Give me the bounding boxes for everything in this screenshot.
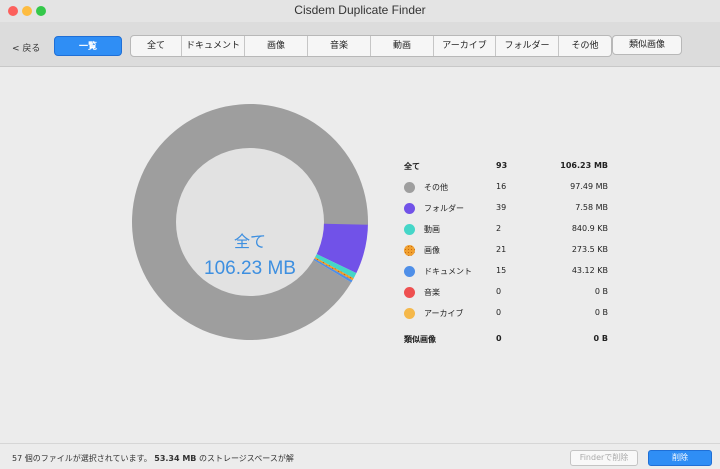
legend-count: 21: [496, 245, 507, 254]
status-text-2: のストレージスペースが解: [196, 454, 294, 463]
legend-name: 類似画像: [404, 335, 436, 344]
legend-name: 動画: [424, 225, 440, 234]
legend-name: 画像: [424, 246, 440, 255]
window-title: Cisdem Duplicate Finder: [294, 3, 426, 17]
legend-size: 0 B: [593, 334, 608, 343]
tab-documents[interactable]: ドキュメント: [182, 36, 245, 56]
status-bar: 57 個のファイルが選択されています。 53.34 MB のストレージスペースが…: [0, 443, 720, 469]
selected-count: 57: [12, 454, 23, 463]
legend-size: 97.49 MB: [570, 182, 608, 191]
chart-center-title: 全て: [233, 234, 266, 251]
legend-row-others[interactable]: その他 16 97.49 MB: [404, 179, 624, 200]
tab-folders[interactable]: フォルダー: [496, 36, 559, 56]
legend-count: 15: [496, 266, 507, 275]
tab-all[interactable]: 全て: [131, 36, 182, 56]
legend-count: 93: [496, 161, 508, 170]
status-text-1: 個のファイルが選択されています。: [22, 454, 152, 463]
legend-row-documents[interactable]: ドキュメント 15 43.12 KB: [404, 263, 624, 284]
legend-row-images[interactable]: 画像 21 273.5 KB: [404, 242, 624, 263]
legend-row-folders[interactable]: フォルダー 39 7.58 MB: [404, 200, 624, 221]
legend-size: 106.23 MB: [560, 161, 608, 170]
title-bar: Cisdem Duplicate Finder: [0, 0, 720, 22]
orange-pattern-circle-icon: [404, 245, 415, 256]
category-legend: 全て 93 106.23 MB その他 16 97.49 MB フォルダー 39…: [404, 158, 624, 352]
legend-total-row: 全て 93 106.23 MB: [404, 158, 624, 179]
similar-images-button[interactable]: 類似画像: [612, 35, 682, 55]
legend-name: ドキュメント: [424, 267, 472, 276]
chart-center-label: 全て 106.23 MB: [195, 228, 305, 280]
legend-size: 273.5 KB: [571, 245, 608, 254]
legend-row-videos[interactable]: 動画 2 840.9 KB: [404, 221, 624, 242]
legend-row-music[interactable]: 音楽 0 0 B: [404, 284, 624, 305]
donut-chart: [132, 103, 369, 340]
legend-count: 0: [496, 308, 502, 317]
category-tabs: 全て ドキュメント 画像 音楽 動画 アーカイブ フォルダー その他: [130, 35, 612, 57]
delete-button[interactable]: 削除: [648, 450, 712, 466]
chart-center-size: 106.23 MB: [204, 258, 296, 279]
back-button[interactable]: < 戻る: [12, 41, 40, 54]
toolbar: < 戻る 一覧 全て ドキュメント 画像 音楽 動画 アーカイブ フォルダー そ…: [0, 22, 720, 67]
purple-circle-icon: [404, 203, 415, 214]
tab-videos[interactable]: 動画: [371, 36, 434, 56]
legend-name: 音楽: [424, 288, 440, 297]
legend-size: 0 B: [594, 287, 608, 296]
legend-size: 43.12 KB: [571, 266, 608, 275]
selection-status: 57 個のファイルが選択されています。 53.34 MB のストレージスペースが…: [12, 453, 294, 464]
legend-size: 0 B: [594, 308, 608, 317]
legend-name: 全て: [404, 162, 420, 171]
tab-others[interactable]: その他: [559, 36, 611, 56]
legend-count: 2: [496, 224, 502, 233]
delete-in-finder-button[interactable]: Finderで削除: [570, 450, 638, 466]
teal-circle-icon: [404, 224, 415, 235]
selected-size: 53.34 MB: [154, 454, 197, 463]
legend-size: 840.9 KB: [571, 224, 608, 233]
legend-similar-row: 類似画像 0 0 B: [404, 331, 624, 352]
tab-images[interactable]: 画像: [245, 36, 308, 56]
legend-name: その他: [424, 183, 448, 192]
legend-count: 0: [496, 287, 502, 296]
legend-count: 0: [496, 334, 502, 343]
red-circle-icon: [404, 287, 415, 298]
legend-name: フォルダー: [424, 204, 464, 213]
legend-count: 39: [496, 203, 507, 212]
legend-count: 16: [496, 182, 507, 191]
legend-name: アーカイブ: [424, 309, 464, 318]
yellow-circle-icon: [404, 308, 415, 319]
gray-circle-icon: [404, 182, 415, 193]
legend-row-archives[interactable]: アーカイブ 0 0 B: [404, 305, 624, 326]
overview-button[interactable]: 一覧: [54, 36, 122, 56]
tab-archives[interactable]: アーカイブ: [434, 36, 496, 56]
tab-music[interactable]: 音楽: [308, 36, 371, 56]
blue-circle-icon: [404, 266, 415, 277]
legend-size: 7.58 MB: [575, 203, 608, 212]
